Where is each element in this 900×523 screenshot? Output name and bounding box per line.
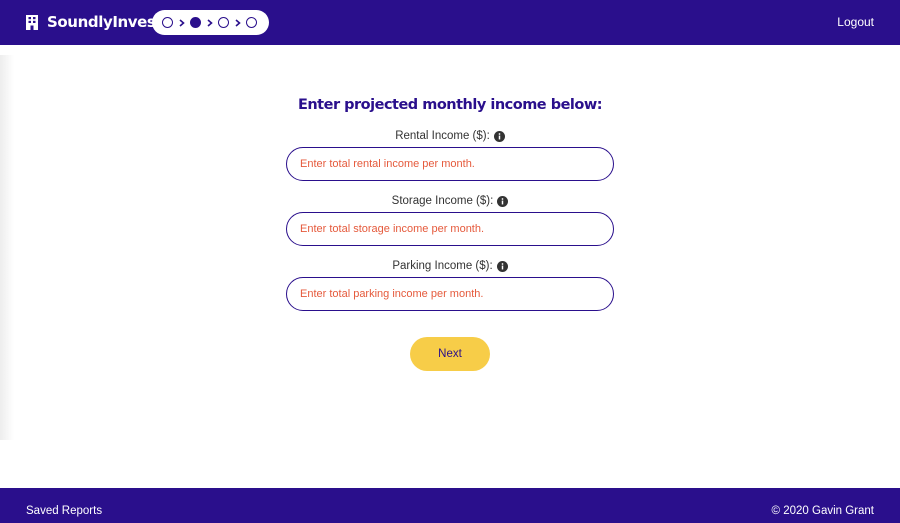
step-2-indicator [190,17,201,28]
chevron-right-icon [229,17,246,28]
copyright-text: © 2020 Gavin Grant [771,505,874,517]
next-button[interactable]: Next [410,337,490,371]
info-icon[interactable] [497,195,509,207]
step-4-indicator [246,17,257,28]
progress-stepper [152,10,269,35]
rental-income-label: Rental Income ($): [0,130,900,142]
info-icon[interactable] [496,260,508,272]
brand[interactable]: SoundlyInvest [26,13,163,31]
parking-income-input[interactable] [286,277,614,311]
storage-income-input[interactable] [286,212,614,246]
rental-income-label-text: Rental Income ($): [395,130,490,142]
rental-income-input[interactable] [286,147,614,181]
parking-income-label-text: Parking Income ($): [392,260,493,272]
saved-reports-link[interactable]: Saved Reports [26,505,102,517]
step-3-indicator [218,17,229,28]
building-icon [26,14,38,30]
step-1-indicator [162,17,173,28]
top-navbar: SoundlyInvest Logout [0,0,900,45]
chevron-right-icon [173,17,190,28]
footer: Saved Reports © 2020 Gavin Grant [0,488,900,523]
storage-income-label-text: Storage Income ($): [391,195,494,207]
storage-income-label: Storage Income ($): [0,195,900,207]
form-title: Enter projected monthly income below: [297,97,603,113]
info-icon[interactable] [493,130,505,142]
chevron-right-icon [201,17,218,28]
logout-link[interactable]: Logout [837,15,874,29]
parking-income-label: Parking Income ($): [0,260,900,272]
brand-name: SoundlyInvest [47,13,163,31]
